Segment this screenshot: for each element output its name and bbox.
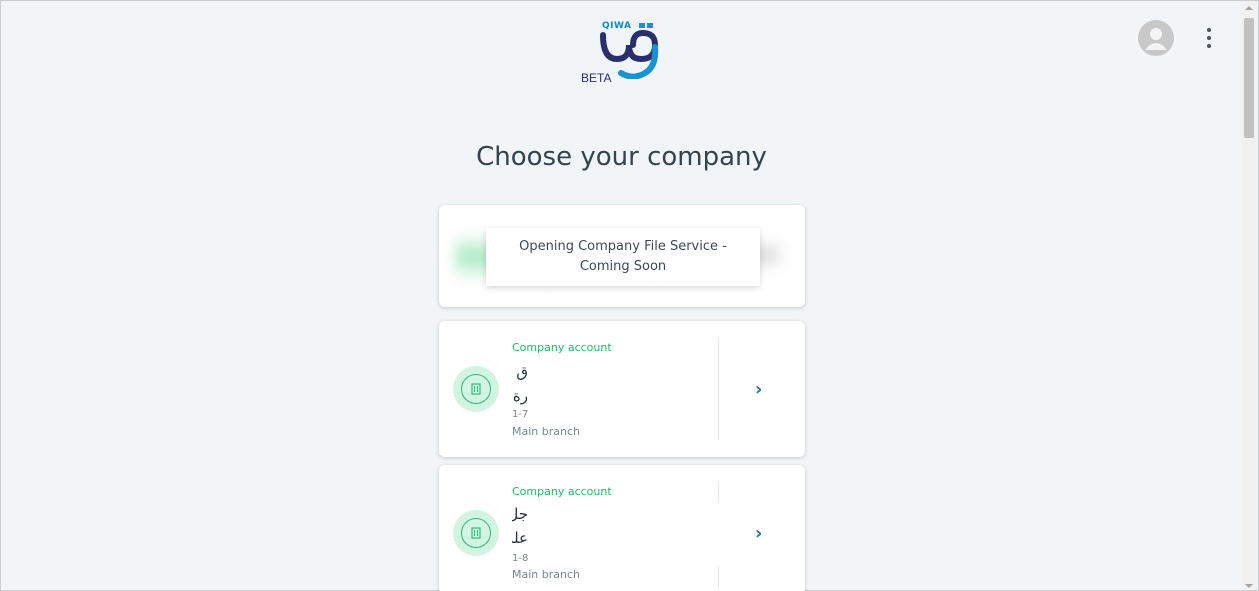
- user-avatar[interactable]: [1138, 20, 1174, 56]
- company-card[interactable]: Company account ق رة 1-7 Main branch ›: [439, 321, 805, 457]
- chevron-right-icon[interactable]: ›: [755, 523, 762, 544]
- opening-company-file-card[interactable]: Opening Company File Service - Coming So…: [439, 205, 805, 307]
- company-type-label: Company account: [512, 485, 612, 498]
- qiwa-logo[interactable]: QIWA BETA: [577, 19, 677, 91]
- company-building-icon: [453, 366, 499, 412]
- more-menu-icon[interactable]: [1199, 23, 1219, 53]
- scroll-down-icon[interactable]: [1245, 584, 1253, 588]
- scroll-up-icon[interactable]: [1245, 6, 1253, 10]
- scrollbar-thumb[interactable]: [1244, 18, 1254, 138]
- card-divider-lower: [718, 567, 719, 587]
- company-name: ق: [516, 363, 528, 381]
- company-name-line2: عله: [512, 529, 528, 547]
- company-name: جل: [512, 505, 528, 523]
- card-divider: [718, 482, 719, 502]
- company-branch: Main branch: [512, 568, 580, 581]
- company-name-line2: رة: [512, 387, 528, 405]
- company-number: 1-7: [512, 409, 528, 420]
- company-number: 1-84: [512, 553, 528, 564]
- company-building-icon: [453, 510, 499, 556]
- chevron-right-icon[interactable]: ›: [755, 379, 762, 400]
- card-divider: [718, 338, 719, 440]
- page-title: Choose your company: [476, 142, 767, 172]
- coming-soon-tooltip: Opening Company File Service - Coming So…: [486, 228, 760, 286]
- company-card[interactable]: Company account جل عله 1-84 Main branch …: [439, 465, 805, 591]
- user-icon: [1145, 28, 1167, 50]
- beta-badge: BETA: [581, 71, 612, 85]
- company-type-label: Company account: [512, 341, 612, 354]
- page-scrollbar[interactable]: [1241, 1, 1257, 590]
- company-branch: Main branch: [512, 425, 580, 438]
